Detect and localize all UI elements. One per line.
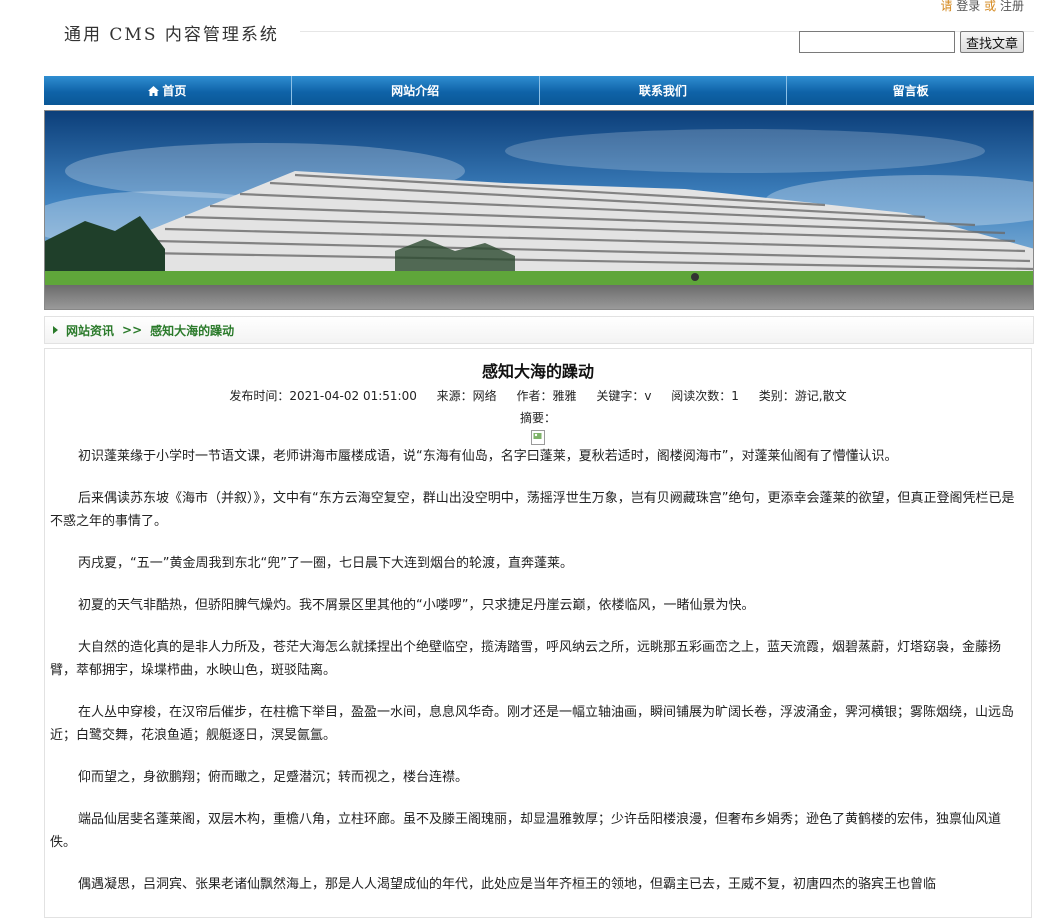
search-input[interactable] <box>798 31 955 53</box>
meta-source: 来源：网络 <box>436 389 497 403</box>
article-paragraph: 大自然的造化真的是非人力所及，苍茫大海怎么就揉捏出个绝壁临空，揽涛踏雪，呼风纳云… <box>50 640 1002 678</box>
login-link[interactable]: 登录 <box>956 0 980 13</box>
home-icon <box>148 85 160 96</box>
breadcrumb-current[interactable]: 感知大海的躁动 <box>150 322 234 339</box>
or-text: 或 <box>984 0 997 13</box>
breadcrumb-root-link[interactable]: 网站资讯 <box>66 322 114 339</box>
article-paragraph: 偶遇凝思，吕洞宾、张果老诸仙飘然海上，那是人人渴望成仙的年代，此处应是当年齐桓王… <box>78 877 937 892</box>
broken-image-icon <box>531 430 545 445</box>
article-title: 感知大海的躁动 <box>481 362 594 381</box>
nav-item-about[interactable]: 网站介绍 <box>292 76 540 105</box>
meta-views: 阅读次数：1 <box>671 389 739 403</box>
meta-category: 类别：游记,散文 <box>758 389 847 403</box>
article-paragraph: 丙戌夏，“五一”黄金周我到东北“兜”了一圈，七日晨下大连到烟台的轮渡，直奔蓬莱。 <box>78 556 573 571</box>
article-paragraph: 在人丛中穿梭，在汉帘后催步，在柱檐下举目，盈盈一水间，息息风华奇。刚才还是一幅立… <box>50 705 1015 743</box>
top-links: 请 登录 或 注册 <box>940 0 1024 14</box>
article-body: 初识蓬莱缘于小学时一节语文课，老师讲海市蜃楼成语，说“东海有仙岛，名字曰蓬莱，夏… <box>45 445 1031 896</box>
nav-label-contact: 联系我们 <box>638 84 687 98</box>
nav-item-contact[interactable]: 联系我们 <box>540 76 788 105</box>
article-paragraph: 仰而望之，身欲鹏翔；俯而瞰之，足蹙潜沉；转而视之，楼台连襟。 <box>78 770 469 785</box>
nav-label-guestbook: 留言板 <box>892 84 929 98</box>
nav-label-about: 网站介绍 <box>391 84 440 98</box>
nav-item-guestbook[interactable]: 留言板 <box>787 76 1034 105</box>
breadcrumb-separator: >> <box>122 323 143 337</box>
article-paragraph: 初夏的天气非酷热，但骄阳脾气燥灼。我不屑景区里其他的“小喽啰”，只求捷足丹崖云巅… <box>78 598 755 613</box>
article-meta: 发布时间：2021-04-02 01:51:00 来源：网络 作者：雅雅 关键字… <box>45 387 1031 404</box>
please-text: 请 <box>940 0 953 13</box>
meta-keywords: 关键字：v <box>596 389 652 403</box>
breadcrumb: 网站资讯 >> 感知大海的躁动 <box>44 316 1034 344</box>
search-bar: 查找文章 <box>798 31 1024 53</box>
article-paragraph: 端品仙居斐名蓬莱阁，双层木构，重檐八角，立柱环廊。虽不及滕王阁瑰丽，却显温雅敦厚… <box>50 812 1002 850</box>
nav-label-home: 首页 <box>162 84 187 98</box>
main-nav: 首页 网站介绍 联系我们 留言板 <box>44 76 1034 105</box>
campus-building-illustration <box>45 111 1033 309</box>
article-abstract-label: 摘要： <box>519 411 556 425</box>
banner-image <box>44 110 1034 310</box>
nav-item-home[interactable]: 首页 <box>44 76 292 105</box>
meta-publish-time: 发布时间：2021-04-02 01:51:00 <box>229 389 417 403</box>
article-paragraph: 后来偶读苏东坡《海市（并叙）》，文中有“东方云海空复空，群山出没空明中，荡摇浮世… <box>50 491 1015 529</box>
breadcrumb-arrow-icon <box>53 326 58 334</box>
register-link[interactable]: 注册 <box>1000 0 1024 13</box>
article-paragraph: 初识蓬莱缘于小学时一节语文课，老师讲海市蜃楼成语，说“东海有仙岛，名字曰蓬莱，夏… <box>78 449 898 464</box>
meta-author: 作者：雅雅 <box>516 389 577 403</box>
article-panel: 感知大海的躁动 发布时间：2021-04-02 01:51:00 来源：网络 作… <box>44 348 1032 918</box>
search-button[interactable]: 查找文章 <box>959 31 1024 53</box>
site-logo: 通用 CMS 内容管理系统 <box>64 25 279 45</box>
